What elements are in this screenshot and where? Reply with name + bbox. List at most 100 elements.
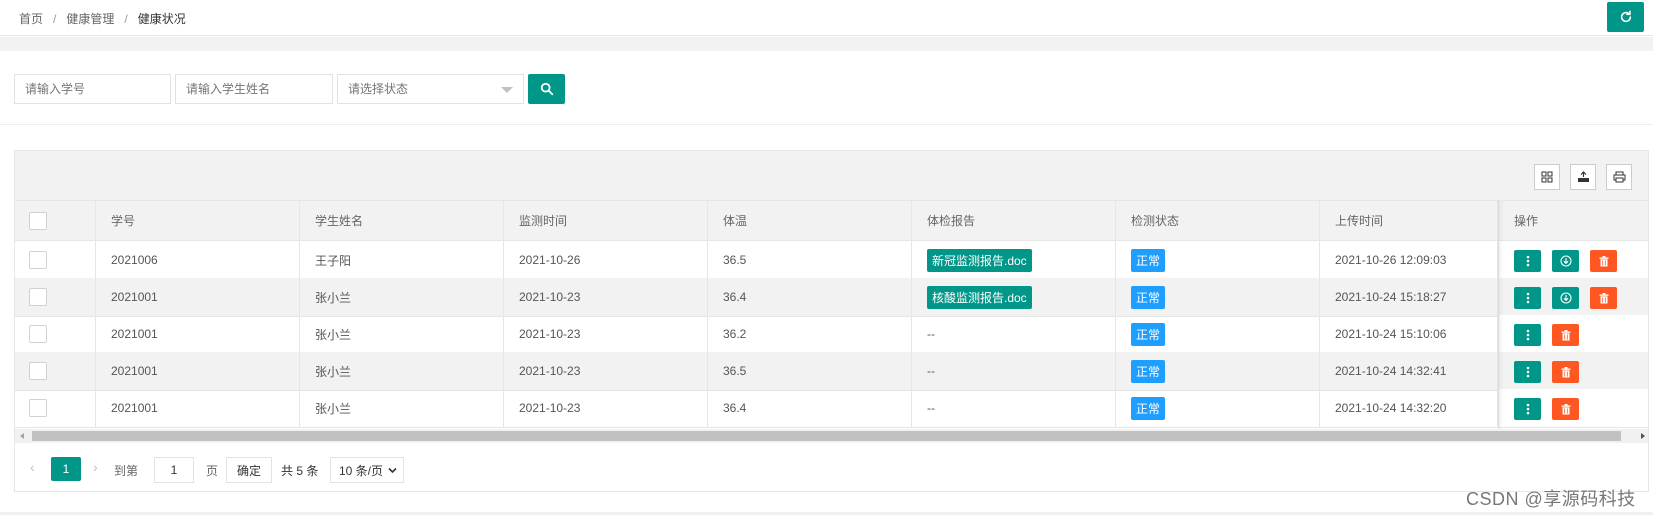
student-id-input[interactable] bbox=[14, 74, 171, 104]
more-button[interactable] bbox=[1514, 287, 1541, 309]
cell-actions bbox=[1498, 278, 1648, 316]
table-row: 2021001 张小兰 2021-10-23 36.5 -- 正常 2021-1… bbox=[15, 352, 1648, 391]
row-checkbox[interactable] bbox=[29, 362, 47, 380]
table-row: 2021006 王子阳 2021-10-26 36.5 新冠监测报告.doc 正… bbox=[15, 241, 1648, 280]
cell-student-id: 2021006 bbox=[96, 241, 300, 279]
watermark: CSDN @享源码科技 bbox=[1466, 489, 1636, 509]
refresh-button[interactable] bbox=[1607, 2, 1644, 32]
report-file-link[interactable]: 核酸监测报告.doc bbox=[927, 285, 1032, 309]
more-vertical-icon bbox=[1526, 255, 1529, 267]
header-student-name: 学生姓名 bbox=[300, 201, 504, 240]
header-student-id: 学号 bbox=[96, 201, 300, 240]
more-vertical-icon bbox=[1526, 366, 1529, 378]
cell-student-name: 王子阳 bbox=[300, 241, 504, 279]
student-name-input[interactable] bbox=[175, 74, 333, 104]
cell-monitor-time: 2021-10-26 bbox=[504, 241, 708, 279]
cell-report: -- bbox=[912, 315, 1116, 353]
cell-actions bbox=[1498, 389, 1648, 427]
cell-status: 正常 bbox=[1116, 315, 1320, 353]
cell-upload-time: 2021-10-24 14:32:20 bbox=[1320, 389, 1498, 427]
cell-monitor-time: 2021-10-23 bbox=[504, 352, 708, 390]
select-all-checkbox[interactable] bbox=[29, 211, 47, 230]
columns-filter-button[interactable] bbox=[1534, 164, 1560, 190]
cell-status: 正常 bbox=[1116, 241, 1320, 279]
breadcrumb-separator: / bbox=[53, 11, 57, 26]
more-button[interactable] bbox=[1514, 324, 1541, 346]
goto-label: 到第 bbox=[114, 464, 139, 478]
total-count: 共 5 条 bbox=[281, 464, 319, 478]
header-temperature: 体温 bbox=[708, 201, 912, 240]
delete-button[interactable] bbox=[1590, 250, 1617, 272]
delete-button[interactable] bbox=[1590, 287, 1617, 309]
table-row: 2021001 张小兰 2021-10-23 36.4 -- 正常 2021-1… bbox=[15, 389, 1648, 428]
scrollbar-thumb[interactable] bbox=[32, 431, 1621, 441]
trash-icon bbox=[1599, 292, 1608, 303]
breadcrumb-home[interactable]: 首页 bbox=[19, 10, 43, 27]
report-file-link[interactable]: 新冠监测报告.doc bbox=[927, 248, 1032, 272]
cell-temperature: 36.4 bbox=[708, 278, 912, 316]
cell-monitor-time: 2021-10-23 bbox=[504, 389, 708, 427]
page-button-current[interactable]: 1 bbox=[51, 457, 81, 481]
more-button[interactable] bbox=[1514, 361, 1541, 383]
download-button[interactable] bbox=[1552, 287, 1579, 309]
cell-student-name: 张小兰 bbox=[300, 278, 504, 316]
cell-upload-time: 2021-10-26 12:09:03 bbox=[1320, 241, 1498, 279]
status-select-placeholder: 请选择状态 bbox=[348, 82, 409, 96]
cell-actions bbox=[1498, 315, 1648, 353]
cell-temperature: 36.4 bbox=[708, 389, 912, 427]
grid-icon bbox=[1541, 171, 1553, 183]
search-icon bbox=[540, 82, 553, 96]
scroll-left-icon[interactable] bbox=[20, 433, 24, 439]
delete-button[interactable] bbox=[1552, 398, 1579, 420]
more-button[interactable] bbox=[1514, 398, 1541, 420]
row-checkbox[interactable] bbox=[29, 399, 47, 417]
trash-icon bbox=[1561, 366, 1570, 377]
cell-actions bbox=[1498, 352, 1648, 390]
cell-student-id: 2021001 bbox=[96, 278, 300, 316]
status-badge: 正常 bbox=[1131, 285, 1166, 309]
goto-confirm-button[interactable]: 确定 bbox=[226, 457, 272, 483]
cell-upload-time: 2021-10-24 15:18:27 bbox=[1320, 278, 1498, 316]
row-checkbox[interactable] bbox=[29, 325, 47, 343]
download-icon bbox=[1559, 255, 1572, 267]
delete-button[interactable] bbox=[1552, 361, 1579, 383]
refresh-icon bbox=[1620, 10, 1631, 23]
table-row: 2021001 张小兰 2021-10-23 36.2 -- 正常 2021-1… bbox=[15, 315, 1648, 354]
delete-button[interactable] bbox=[1552, 324, 1579, 346]
chevron-down-icon bbox=[388, 467, 397, 474]
prev-page-icon[interactable]: ‹ bbox=[30, 459, 35, 475]
dropdown-arrow-icon bbox=[501, 87, 513, 93]
breadcrumb-health-management[interactable]: 健康管理 bbox=[66, 10, 114, 27]
row-select-cell bbox=[15, 278, 96, 316]
cell-student-id: 2021001 bbox=[96, 352, 300, 390]
more-button[interactable] bbox=[1514, 250, 1541, 272]
header-upload-time: 上传时间 bbox=[1320, 201, 1498, 240]
breadcrumb: 首页 / 健康管理 / 健康状况 bbox=[19, 10, 186, 27]
breadcrumb-separator: / bbox=[124, 11, 128, 26]
health-status-table: 学号 学生姓名 监测时间 体温 体检报告 检测状态 上传时间 操作 202100… bbox=[14, 150, 1649, 492]
export-button[interactable] bbox=[1570, 164, 1596, 190]
header-report: 体检报告 bbox=[912, 201, 1116, 240]
horizontal-scrollbar[interactable] bbox=[15, 429, 1648, 443]
cell-upload-time: 2021-10-24 15:10:06 bbox=[1320, 315, 1498, 353]
row-checkbox[interactable] bbox=[29, 251, 47, 269]
status-select[interactable]: 请选择状态 bbox=[337, 74, 524, 104]
cell-student-name: 张小兰 bbox=[300, 352, 504, 390]
table-row: 2021001 张小兰 2021-10-23 36.4 核酸监测报告.doc 正… bbox=[15, 278, 1648, 317]
print-button[interactable] bbox=[1606, 164, 1632, 190]
goto-page-input[interactable] bbox=[154, 457, 194, 483]
row-select-cell bbox=[15, 315, 96, 353]
page-size-select[interactable]: 10 条/页 bbox=[330, 457, 404, 483]
cell-student-name: 张小兰 bbox=[300, 389, 504, 427]
pagination: ‹ 1 › 到第 页 确定 共 5 条 10 条/页 bbox=[15, 443, 1648, 491]
search-button[interactable] bbox=[528, 74, 565, 104]
next-page-icon[interactable]: › bbox=[93, 459, 98, 475]
row-select-cell bbox=[15, 241, 96, 279]
scroll-right-icon[interactable] bbox=[1641, 433, 1645, 439]
download-button[interactable] bbox=[1552, 250, 1579, 272]
more-vertical-icon bbox=[1526, 329, 1529, 341]
row-checkbox[interactable] bbox=[29, 288, 47, 306]
page-unit-label: 页 bbox=[206, 464, 219, 478]
page-size-value: 10 条/页 bbox=[339, 463, 384, 478]
row-select-cell bbox=[15, 389, 96, 427]
